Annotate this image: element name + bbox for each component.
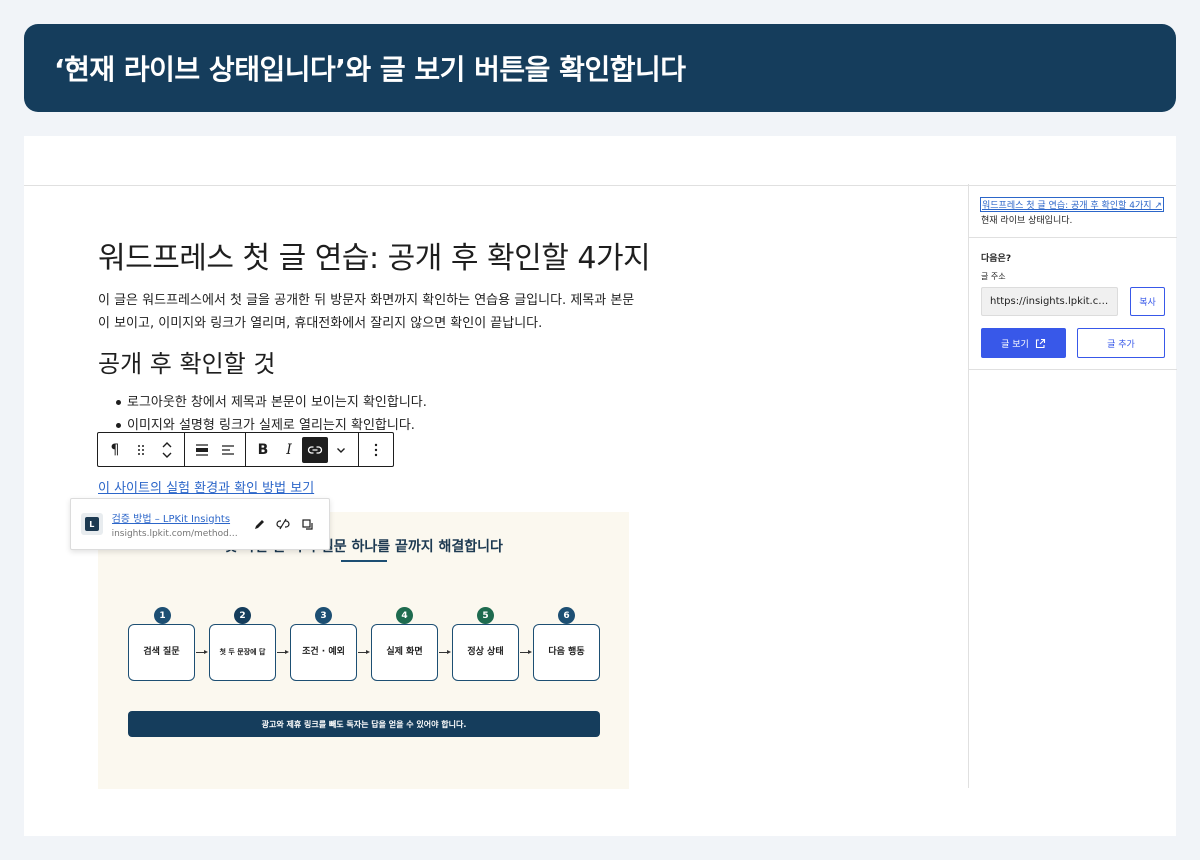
step-number: 2	[234, 607, 251, 624]
arrow-icon	[439, 650, 451, 655]
live-status-text: 현재 라이브 상태입니다.	[981, 216, 1073, 226]
arrow-icon	[520, 650, 532, 655]
site-favicon: L	[81, 513, 103, 535]
post-title[interactable]: 워드프레스 첫 글 연습: 공개 후 확인할 4가지	[98, 233, 651, 277]
copy-link-icon[interactable]	[295, 512, 319, 536]
add-post-button[interactable]: 글 추가	[1077, 328, 1165, 358]
step-number: 6	[558, 607, 575, 624]
step-box: 정상 상태	[452, 624, 519, 681]
step-number: 3	[315, 607, 332, 624]
list-item[interactable]: 로그아웃한 창에서 제목과 본문이 보이는지 확인합니다.	[98, 391, 638, 414]
divider	[969, 369, 1177, 370]
diagram-title-underline	[341, 560, 387, 562]
section-heading[interactable]: 공개 후 확인할 것	[98, 344, 275, 379]
whats-next-heading: 다음은?	[981, 254, 1012, 264]
post-publish-panel: 워드프레스 첫 글 연습: 공개 후 확인할 4가지 ↗ 현재 라이브 상태입니…	[968, 184, 1177, 788]
editor-canvas: 워드프레스 첫 글 연습: 공개 후 확인할 4가지 이 글은 워드프레스에서 …	[24, 187, 968, 836]
arrow-icon	[358, 650, 370, 655]
align-left-icon[interactable]	[215, 437, 241, 463]
toolbar-group-options	[359, 433, 393, 466]
options-icon[interactable]	[363, 437, 389, 463]
favicon-logo: L	[84, 517, 99, 531]
methodology-link[interactable]: 이 사이트의 실험 환경과 확인 방법 보기	[98, 477, 314, 496]
post-address-label: 글 주소	[981, 272, 1006, 281]
edit-link-icon[interactable]	[247, 512, 271, 536]
title-banner: ‘현재 라이브 상태입니다’와 글 보기 버튼을 확인합니다	[24, 24, 1176, 112]
step-box: 실제 화면	[371, 624, 438, 681]
step-number: 4	[396, 607, 413, 624]
step-number: 1	[154, 607, 171, 624]
copy-button[interactable]: 복사	[1130, 287, 1165, 316]
link-preview-popover: L 검증 방법 – LPKit Insights insights.lpkit.…	[70, 498, 330, 550]
divider	[969, 237, 1177, 238]
arrow-icon	[196, 650, 208, 655]
link-preview-text: 검증 방법 – LPKit Insights insights.lpkit.co…	[112, 510, 241, 539]
chevron-down-icon[interactable]	[328, 437, 354, 463]
italic-button[interactable]: I	[276, 437, 302, 463]
paragraph-icon[interactable]: ¶	[102, 437, 128, 463]
step-box: 조건 · 예외	[290, 624, 357, 681]
arrow-icon	[277, 650, 289, 655]
move-up-down-icon[interactable]	[154, 437, 180, 463]
unlink-icon[interactable]	[271, 512, 295, 536]
process-diagram-image: 첫 화면 한 가지 질문 하나를 끝까지 해결합니다 1 2 3 4 5 6 검…	[98, 512, 629, 789]
step-number: 5	[477, 607, 494, 624]
align-wide-icon[interactable]	[189, 437, 215, 463]
view-post-label: 글 보기	[1001, 339, 1029, 350]
drag-handle-icon[interactable]	[128, 437, 154, 463]
editor-top-bar	[24, 136, 1176, 186]
view-post-button[interactable]: 글 보기	[981, 328, 1066, 358]
block-toolbar: ¶ B I	[97, 432, 394, 467]
post-url-field[interactable]: https://insights.lpkit.com/...	[981, 287, 1118, 316]
bold-button[interactable]: B	[250, 437, 276, 463]
link-preview-actions	[247, 512, 319, 536]
link-icon[interactable]	[302, 436, 328, 463]
step-box: 첫 두 문장에 답	[209, 624, 276, 681]
toolbar-group-block: ¶	[98, 433, 185, 466]
banner-title: ‘현재 라이브 상태입니다’와 글 보기 버튼을 확인합니다	[54, 53, 686, 86]
toolbar-group-format: B I	[246, 433, 359, 466]
link-preview-url: insights.lpkit.com/methodology	[111, 528, 241, 539]
external-link-icon	[1035, 338, 1045, 348]
step-box: 다음 행동	[533, 624, 600, 681]
step-box: 검색 질문	[128, 624, 195, 681]
diagram-footer: 광고와 제휴 링크를 빼도 독자는 답을 얻을 수 있어야 합니다.	[128, 711, 600, 737]
published-post-link[interactable]: 워드프레스 첫 글 연습: 공개 후 확인할 4가지 ↗	[980, 197, 1164, 212]
editor-frame: 워드프레스 첫 글 연습: 공개 후 확인할 4가지 이 글은 워드프레스에서 …	[24, 136, 1177, 836]
intro-paragraph[interactable]: 이 글은 워드프레스에서 첫 글을 공개한 뒤 방문자 화면까지 확인하는 연습…	[98, 289, 638, 335]
toolbar-group-align	[185, 433, 246, 466]
link-preview-title[interactable]: 검증 방법 – LPKit Insights	[112, 510, 241, 525]
